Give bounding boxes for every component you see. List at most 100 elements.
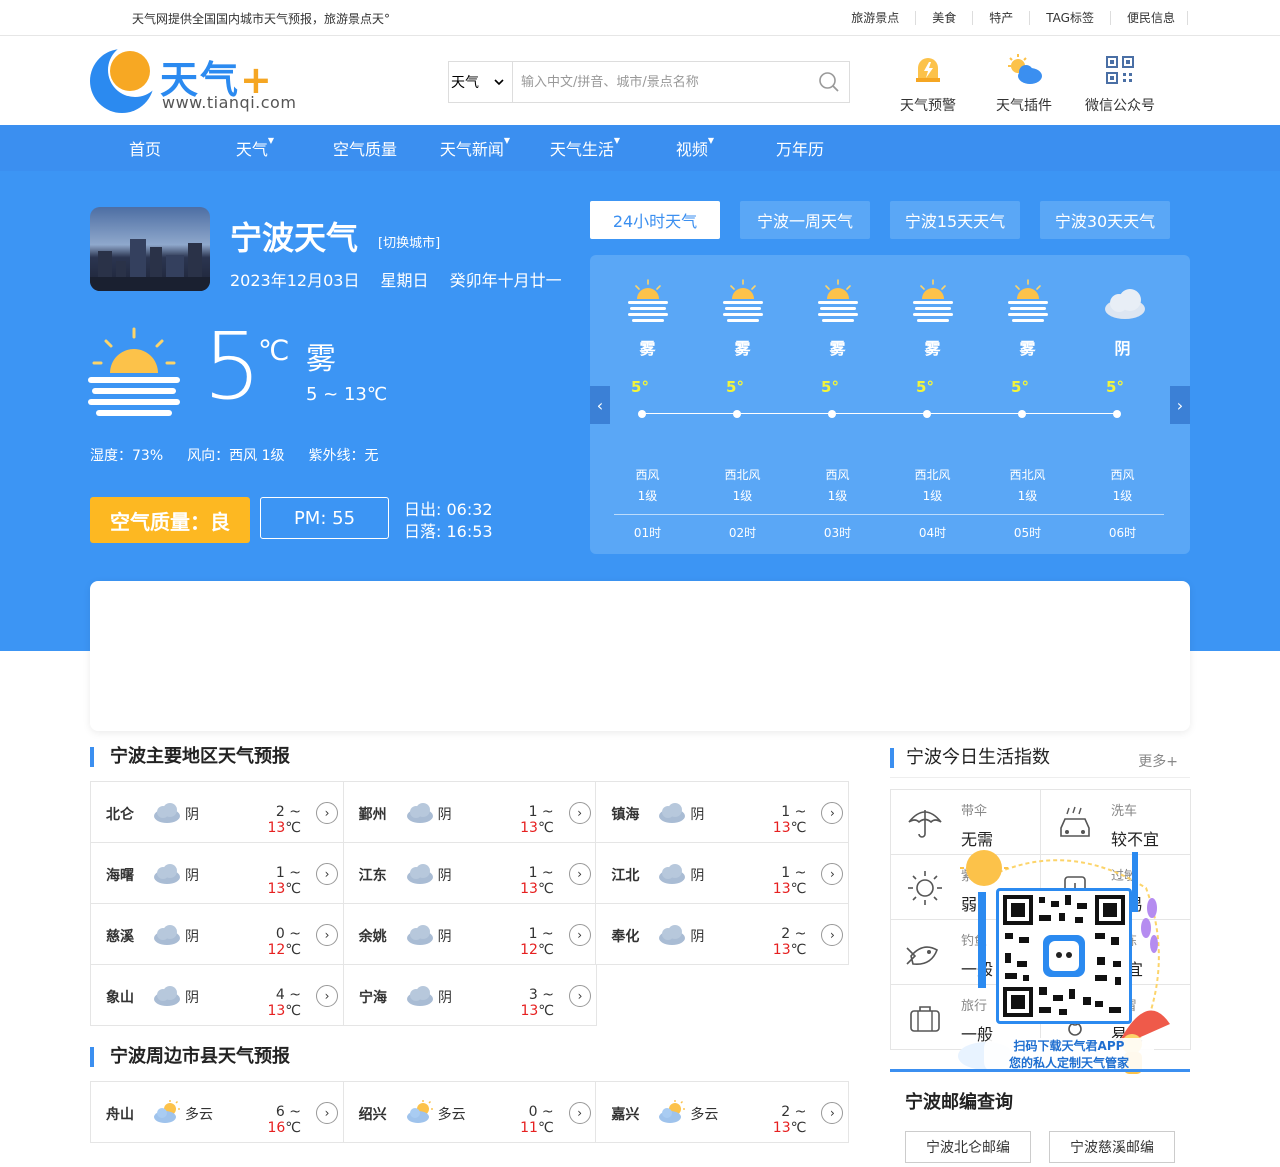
air-quality-badge[interactable]: 空气质量：良 [90,497,250,543]
grid-row: 象山 阴 4 ~ 13℃ › 宁海 阴 3 ~ 13℃ › [91,965,849,1026]
tab-24h[interactable]: 24小时天气 [590,201,720,239]
top-link-travel[interactable]: 旅游景点 [835,11,917,25]
nav-weather[interactable]: 天气▼ [200,136,310,160]
overcast-icon [153,983,181,1007]
area-forecast-item[interactable]: 慈溪 阴 0 ~ 12℃ › [91,904,344,965]
area-forecast-item[interactable]: 江北 阴 1 ~ 13℃ › [596,843,850,904]
area-condition: 多云 [437,1107,466,1123]
tab-30day[interactable]: 宁波30天天气 [1040,201,1170,239]
search-input[interactable] [513,62,809,102]
life-index-header: 宁波今日生活指数 更多+ [890,742,1190,778]
hour-temp: 5° [916,378,934,396]
hour-wind: 西北风 1级 [914,468,951,503]
area-condition: 阴 [690,929,705,945]
chevron-right-icon[interactable]: › [821,924,844,946]
life-index-item[interactable]: 洗车 较不宜 [1041,790,1191,855]
top-link-specialty[interactable]: 特产 [973,11,1031,25]
temp-unit: ℃ [258,334,290,367]
tool-warning[interactable]: 天气预警 [880,47,976,115]
area-forecast-item[interactable]: 绍兴 多云 0 ~ 11℃ › [343,1082,597,1143]
chevron-right-icon[interactable]: › [821,802,844,824]
top-link-food[interactable]: 美食 [916,11,974,25]
nav-calendar[interactable]: 万年历 [750,136,850,160]
chevron-right-icon[interactable]: › [316,802,338,824]
switch-city-link[interactable]: [切换城市] [378,232,440,251]
area-forecast-item[interactable]: 海曙 阴 1 ~ 13℃ › [91,843,344,904]
area-name: 嘉兴 [611,1107,640,1123]
area-forecast-item[interactable]: 嘉兴 多云 2 ~ 13℃ › [596,1082,850,1143]
top-link-tags[interactable]: TAG标签 [1030,11,1111,25]
chevron-right-icon[interactable]: › [568,863,591,885]
area-temp-range: 2 ~ 13℃ [772,1104,807,1136]
city-title: 宁波天气 [230,219,359,257]
tool-plugin[interactable]: 天气插件 [976,47,1072,115]
area-forecast-item[interactable]: 奉化 阴 2 ~ 13℃ › [596,904,850,965]
tab-15day[interactable]: 宁波15天天气 [890,201,1020,239]
chevron-right-icon[interactable]: › [316,985,338,1007]
area-condition: 阴 [185,868,199,884]
tab-week[interactable]: 宁波一周天气 [740,201,870,239]
area-forecast-item[interactable]: 北仑 阴 2 ~ 13℃ › [91,782,344,843]
nav-life[interactable]: 天气生活▼ [530,136,640,160]
area-forecast-item[interactable]: 镇海 阴 1 ~ 13℃ › [596,782,850,843]
area-condition: 阴 [690,807,705,823]
fog-icon [723,279,763,323]
sun-icon [905,869,945,907]
warning-icon [916,58,940,82]
lunar-date: 癸卯年十月廿一 [449,271,562,290]
area-condition: 阴 [437,807,452,823]
nav-video[interactable]: 视频▼ [640,136,750,160]
area-condition: 阴 [185,929,199,945]
qr-code-icon [1003,895,1125,1017]
app-qr-popup[interactable]: 扫码下载天气君APP 您的私人定制天气管家 [956,848,1172,1080]
grid-row: 舟山 多云 6 ~ 16℃ › 绍兴 多云 0 ~ 11℃ › 嘉兴 多云 2 ~ 13℃ › [91,1082,850,1143]
site-logo[interactable]: 天气+ www.tianqi.com [90,43,296,113]
partly-cloudy-icon [153,1100,181,1124]
suitcase-icon [905,999,945,1037]
hour-condition: 阴 [1114,339,1131,358]
area-condition: 阴 [437,929,452,945]
top-link-services[interactable]: 便民信息 [1111,11,1188,25]
hour-condition: 雾 [1019,339,1036,358]
area-forecast-item[interactable]: 江东 阴 1 ~ 13℃ › [343,843,597,904]
area-forecast-item[interactable]: 余姚 阴 1 ~ 12℃ › [343,904,597,965]
fish-icon [905,934,945,972]
tool-wechat[interactable]: 微信公众号 [1072,47,1168,115]
chevron-right-icon[interactable]: › [569,985,591,1007]
qr-code-icon [1106,56,1134,84]
next-arrow-button[interactable]: › [1170,386,1190,424]
nav-news[interactable]: 天气新闻▼ [420,136,530,160]
zipcode-button-cixi[interactable]: 宁波慈溪邮编 [1049,1131,1175,1163]
humidity: 湿度：73% [90,448,164,464]
zipcode-button-beilun[interactable]: 宁波北仑邮编 [905,1131,1031,1163]
area-forecast-item[interactable]: 舟山 多云 6 ~ 16℃ › [91,1082,344,1143]
chevron-right-icon[interactable]: › [821,1102,844,1124]
hour-temp: 5° [1106,378,1124,396]
area-forecast-item[interactable]: 宁海 阴 3 ~ 13℃ › [344,965,597,1026]
temp-range: 5 ~ 13℃ [306,384,388,405]
nav-home[interactable]: 首页 [90,136,200,160]
area-name: 鄞州 [358,807,387,823]
hour-label: 05时 [1013,526,1042,540]
area-name: 镇海 [611,807,640,823]
chevron-right-icon[interactable]: › [316,863,338,885]
chevron-right-icon[interactable]: › [568,1102,591,1124]
chevron-right-icon[interactable]: › [568,802,591,824]
caret-down-icon: ▼ [503,136,511,145]
overcast-icon [406,800,434,824]
search-type-select[interactable]: 天气 [449,62,513,102]
chevron-right-icon[interactable]: › [821,863,844,885]
search-button[interactable] [809,62,849,102]
area-forecast-item[interactable]: 象山 阴 4 ~ 13℃ › [91,965,344,1026]
current-date: 2023年12月03日 [230,271,360,290]
chevron-right-icon[interactable]: › [316,924,338,946]
hour-label: 06时 [1108,526,1137,540]
chevron-right-icon[interactable]: › [316,1102,338,1124]
chevron-right-icon[interactable]: › [568,924,591,946]
area-forecast-item[interactable]: 鄞州 阴 1 ~ 13℃ › [343,782,597,843]
nav-air-quality[interactable]: 空气质量 [310,136,420,160]
date-line: 2023年12月03日 星期日 癸卯年十月廿一 [230,267,578,291]
life-index-more-link[interactable]: 更多+ [1138,751,1178,771]
life-index-item[interactable]: 带伞 无需 [891,790,1041,855]
top-bar: 天气网提供全国国内城市天气预报，旅游景点天° 旅游景点 美食 特产 TAG标签 … [0,0,1280,36]
